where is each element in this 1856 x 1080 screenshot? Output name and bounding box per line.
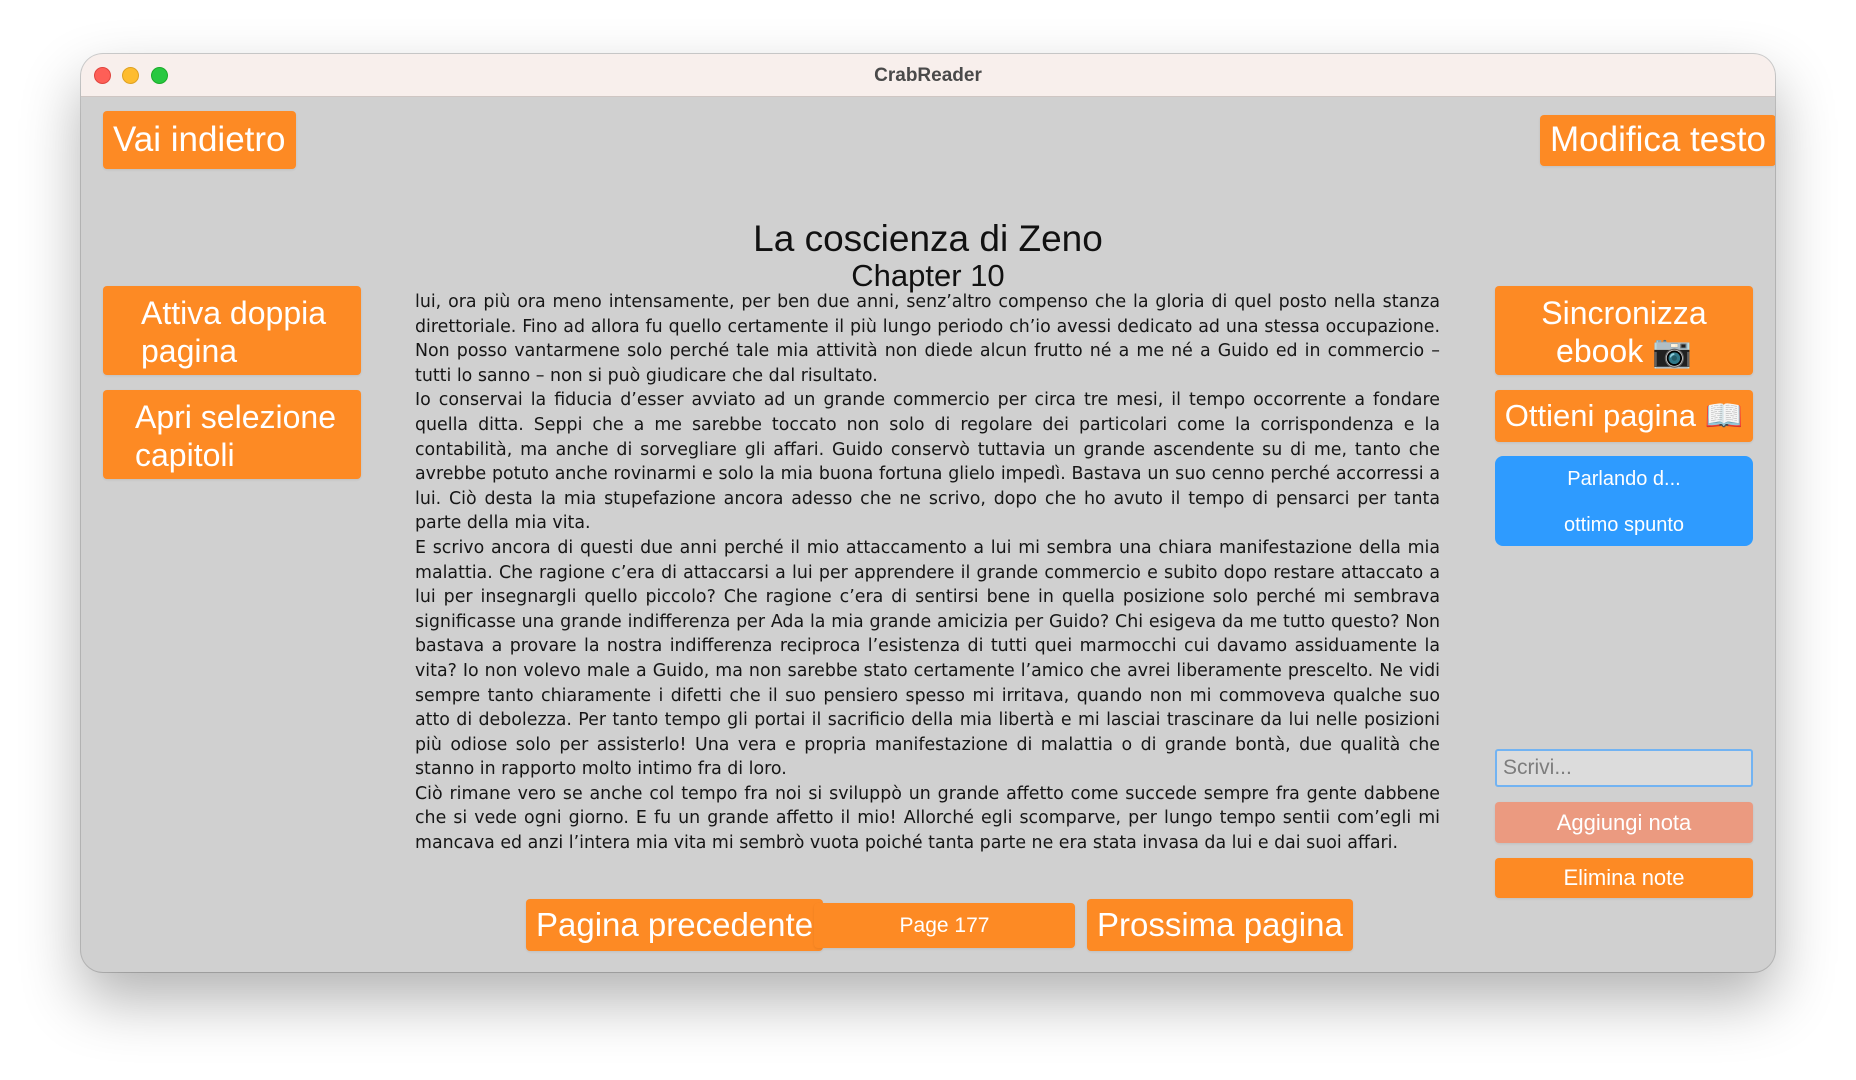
add-note-button[interactable]: Aggiungi nota [1495,802,1753,843]
edit-text-button[interactable]: Modifica testo [1540,115,1775,166]
app-window: CrabReader Vai indietro Modifica testo L… [81,54,1775,972]
sync-ebook-label-line2: ebook 📷 [1556,333,1692,369]
chapter-selection-label-line1: Apri selezione [135,399,336,435]
note-input[interactable] [1495,749,1753,787]
double-page-button[interactable]: Attiva doppia pagina [103,286,361,375]
title-bar[interactable]: CrabReader [81,54,1775,97]
chapter-selection-button[interactable]: Apri selezione capitoli [103,390,361,479]
book-title: La coscienza di Zeno [753,218,1103,259]
note-item[interactable]: ottimo spunto [1495,502,1753,548]
double-page-label-line2: pagina [141,333,238,369]
sync-ebook-button[interactable]: Sincronizza ebook 📷 [1495,286,1753,375]
page-text: lui, ora più ora meno intensamente, per … [415,290,1440,856]
window-title: CrabReader [874,65,982,86]
double-page-label-line1: Attiva doppia [141,295,327,331]
page-number-button[interactable]: Page 177 [814,903,1075,948]
back-button[interactable]: Vai indietro [103,111,296,169]
reader-view: Vai indietro Modifica testo La coscienza… [81,97,1775,972]
previous-page-button[interactable]: Pagina precedente [526,899,824,951]
paragraph: Io conservai la fiducia d’esser avviato … [415,390,1440,534]
notes-panel: Parlando d... ottimo spunto [1495,456,1753,546]
note-item[interactable]: Parlando d... [1495,456,1753,502]
next-page-button[interactable]: Prossima pagina [1087,899,1353,951]
delete-notes-button[interactable]: Elimina note [1495,858,1753,898]
sync-ebook-label-line1: Sincronizza [1541,295,1707,331]
get-page-button[interactable]: Ottieni pagina 📖 [1495,390,1753,442]
chapter-selection-label-line2: capitoli [135,437,235,473]
paragraph: Ciò rimane vero se anche col tempo fra n… [415,783,1440,854]
paragraph: E scrivo ancora di questi due anni perch… [415,537,1440,780]
paragraph: lui, ora più ora meno intensamente, per … [415,292,1440,386]
